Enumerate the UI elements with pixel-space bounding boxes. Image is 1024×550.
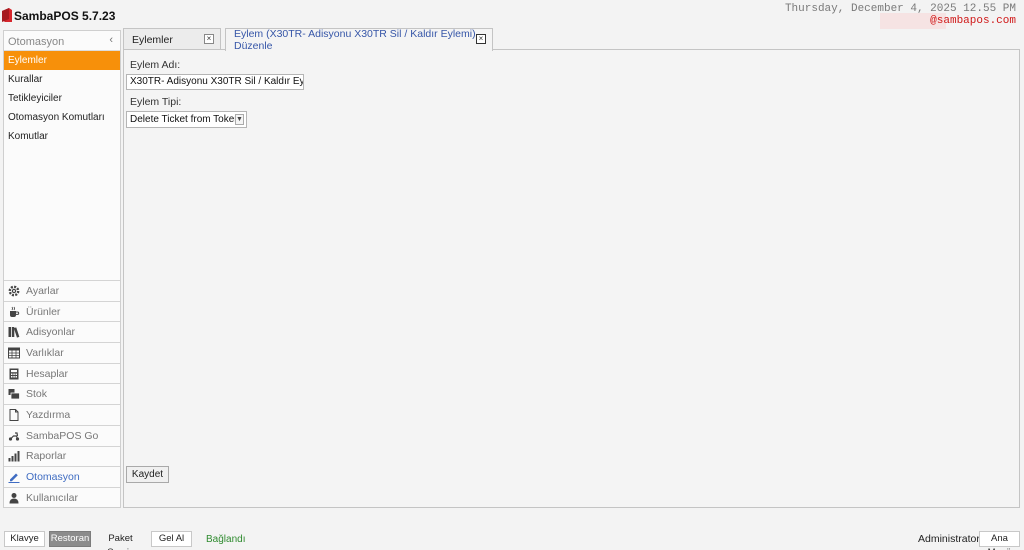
restaurant-button[interactable]: Restoran — [49, 531, 91, 547]
app-title: SambaPOS 5.7.23 — [14, 9, 116, 23]
save-button[interactable]: Kaydet — [126, 466, 169, 483]
close-icon[interactable]: × — [476, 34, 486, 44]
sidebar-header: Otomasyon ‹ — [4, 31, 120, 51]
module-label: SambaPOS Go — [26, 429, 99, 442]
module-urunler[interactable]: Ürünler — [4, 300, 120, 322]
module-raporlar[interactable]: Raporlar — [4, 445, 120, 467]
action-type-select[interactable]: Delete Ticket from Token ▼ — [126, 111, 247, 128]
module-otomasyon[interactable]: Otomasyon — [4, 466, 120, 487]
collapse-icon[interactable]: ‹ — [109, 34, 113, 46]
tab-edit-action[interactable]: Eylem (X30TR- Adisyonu X30TR Sil / Kaldı… — [225, 28, 493, 52]
chevron-down-icon[interactable]: ▼ — [235, 114, 244, 125]
sambapos-logo-icon — [2, 8, 12, 22]
module-label: Ayarlar — [26, 284, 60, 297]
module-stok[interactable]: Stok — [4, 383, 120, 404]
boxes-icon — [8, 388, 20, 400]
sidebar-item-otomasyon-komutlari[interactable]: Otomasyon Komutları — [4, 108, 120, 127]
tab-label: Eylem (X30TR- Adisyonu X30TR Sil / Kaldı… — [234, 28, 476, 52]
editor-panel — [123, 49, 1020, 508]
module-label: Hesaplar — [26, 367, 69, 380]
action-type-label: Eylem Tipi: — [130, 96, 182, 108]
sidebar-title: Otomasyon — [8, 36, 65, 48]
module-yazdirma[interactable]: Yazdırma — [4, 404, 120, 425]
action-name-input[interactable]: X30TR- Adisyonu X30TR Sil / Kaldır Eylem… — [126, 74, 304, 90]
delivery-button[interactable]: Paket Servis — [94, 531, 147, 550]
module-list: Ayarlar Ürünler Adisyonlar Varlıklar Hes… — [4, 280, 120, 508]
close-icon[interactable]: × — [204, 34, 214, 44]
module-label: Ürünler — [26, 305, 61, 318]
tab-eylemler[interactable]: Eylemler × — [123, 28, 221, 50]
datetime: Thursday, December 4, 2025 12.55 PM — [784, 3, 1016, 15]
module-adisyonlar[interactable]: Adisyonlar — [4, 321, 120, 342]
tab-label: Eylemler — [132, 33, 173, 46]
gear-icon — [8, 285, 20, 297]
module-label: Otomasyon — [26, 471, 80, 484]
bar-chart-icon — [8, 450, 20, 462]
action-type-value: Delete Ticket from Token — [130, 114, 240, 125]
scooter-icon — [8, 430, 20, 442]
keyboard-button[interactable]: Klavye — [4, 531, 45, 547]
module-kullanicilar[interactable]: Kullanıcılar — [4, 486, 120, 508]
module-label: Adisyonlar — [26, 326, 76, 339]
user-email: @sambapos.com — [930, 15, 1016, 27]
module-label: Kullanıcılar — [26, 491, 78, 504]
document-icon — [8, 408, 20, 421]
app-header: SambaPOS 5.7.23 Thursday, December 4, 20… — [0, 0, 1024, 29]
sidebar: Otomasyon ‹ Eylemler Kurallar Tetikleyic… — [3, 30, 121, 508]
table-icon — [8, 347, 20, 359]
calculator-icon — [8, 368, 20, 380]
module-label: Varlıklar — [26, 346, 64, 359]
document-tabs: Eylemler × Eylem (X30TR- Adisyonu X30TR … — [123, 28, 493, 52]
connection-status: Bağlandı — [206, 534, 246, 545]
module-varliklar[interactable]: Varlıklar — [4, 342, 120, 363]
sidebar-item-tetikleyiciler[interactable]: Tetikleyiciler — [4, 89, 120, 108]
sidebar-item-kurallar[interactable]: Kurallar — [4, 70, 120, 89]
sidebar-item-komutlar[interactable]: Komutlar — [4, 127, 120, 146]
user-icon — [8, 492, 20, 504]
books-icon — [8, 326, 20, 338]
current-user: Administrator — [918, 533, 980, 545]
module-label: Stok — [26, 388, 48, 401]
sidebar-item-eylemler[interactable]: Eylemler — [4, 51, 120, 70]
module-hesaplar[interactable]: Hesaplar — [4, 362, 120, 384]
pencil-icon — [8, 471, 20, 484]
module-label: Raporlar — [26, 450, 67, 463]
main-menu-button[interactable]: Ana Menü — [979, 531, 1020, 550]
coffee-icon — [8, 306, 20, 318]
module-sambapos-go[interactable]: SambaPOS Go — [4, 424, 120, 446]
module-label: Yazdırma — [26, 408, 71, 421]
takeaway-button[interactable]: Gel Al — [151, 531, 192, 547]
module-ayarlar[interactable]: Ayarlar — [4, 280, 120, 301]
action-name-label: Eylem Adı: — [130, 59, 181, 71]
